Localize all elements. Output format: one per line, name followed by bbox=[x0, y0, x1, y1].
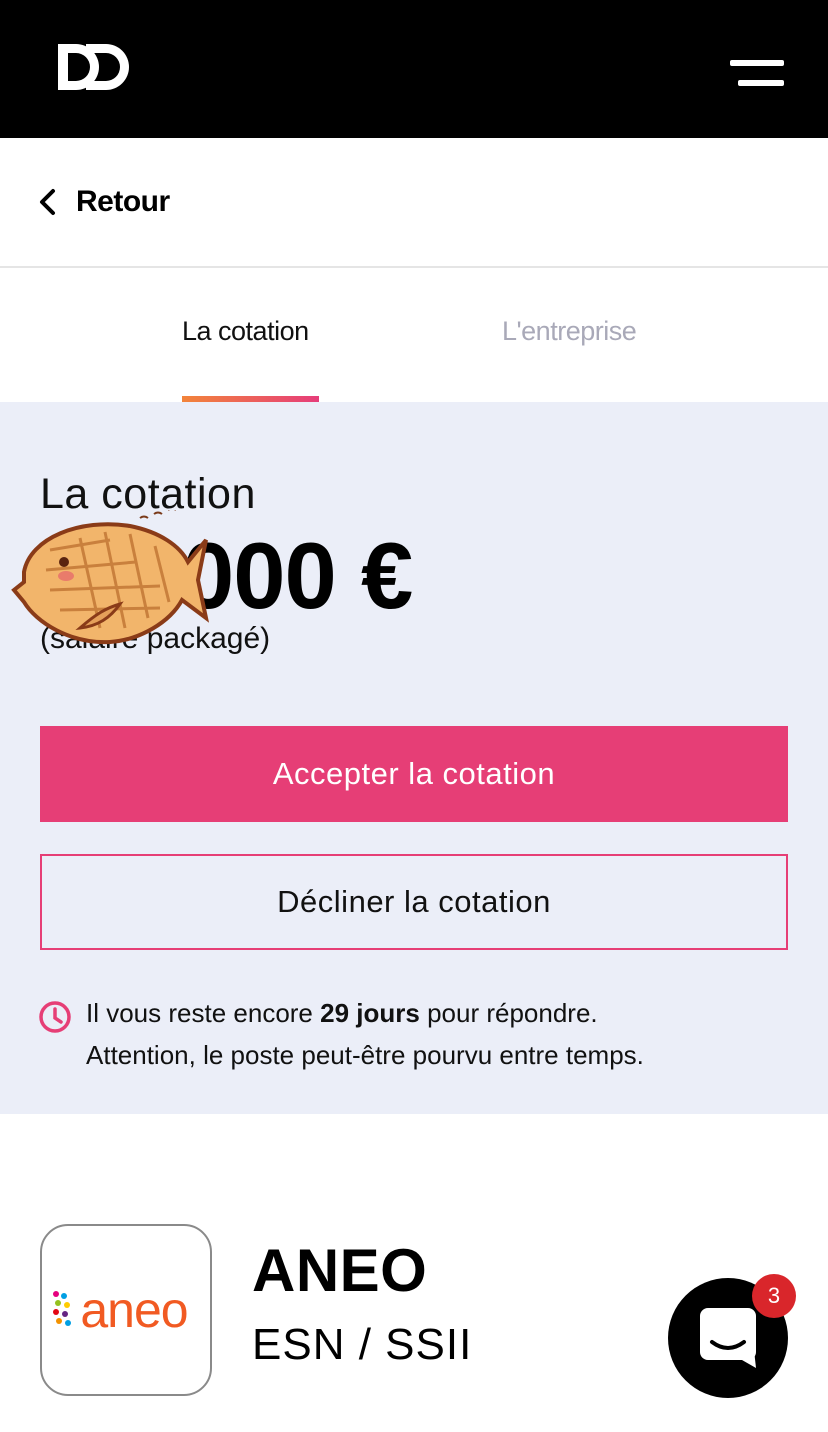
tab-cotation[interactable]: La cotation bbox=[182, 316, 309, 347]
company-logo[interactable]: aneo bbox=[40, 1224, 212, 1396]
chat-icon bbox=[700, 1308, 756, 1368]
offer-price: 000 € bbox=[182, 522, 413, 630]
company-name: ANEO bbox=[252, 1237, 428, 1304]
clock-icon bbox=[39, 1001, 71, 1033]
hamburger-menu-icon[interactable] bbox=[724, 56, 790, 92]
top-bar bbox=[0, 0, 828, 138]
offer-panel: La cotation 000 € (salaire packagé) Acce… bbox=[0, 402, 828, 1114]
offer-price-value: 000 € bbox=[182, 523, 413, 628]
back-button[interactable]: Retour bbox=[36, 178, 170, 226]
chat-notification-badge: 3 bbox=[752, 1274, 796, 1318]
taiyaki-fish-sticker-icon bbox=[11, 510, 210, 645]
deadline-notice-text: Il vous reste encore 29 jours pour répon… bbox=[86, 998, 644, 1070]
days-remaining: 29 jours bbox=[320, 998, 420, 1028]
back-label: Retour bbox=[76, 185, 170, 218]
tab-entreprise[interactable]: L'entreprise bbox=[502, 316, 637, 347]
accept-offer-button[interactable]: Accepter la cotation bbox=[40, 726, 788, 822]
back-row: Retour bbox=[0, 138, 828, 268]
dd-logo-icon[interactable] bbox=[58, 44, 132, 90]
tab-bar: La cotation L'entreprise bbox=[0, 268, 828, 402]
chevron-left-icon bbox=[40, 189, 55, 215]
company-logo-dots-icon bbox=[53, 1291, 71, 1326]
company-logo-text: aneo bbox=[80, 1282, 188, 1338]
company-sector: ESN / SSII bbox=[252, 1320, 473, 1369]
decline-offer-button[interactable]: Décliner la cotation bbox=[40, 854, 788, 950]
